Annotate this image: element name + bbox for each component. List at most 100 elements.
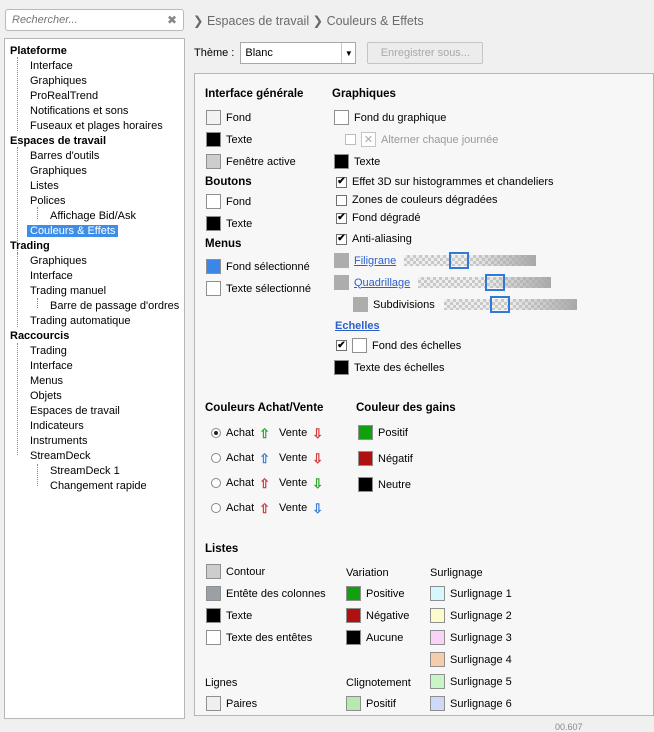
color-swatch[interactable] (206, 696, 221, 711)
buy-sell-option[interactable]: Achat ⇧ Vente ⇩ (211, 477, 323, 490)
color-swatch[interactable] (206, 564, 221, 579)
label: Subdivisions (373, 298, 435, 311)
slider-knob[interactable] (490, 296, 510, 313)
color-swatch[interactable] (346, 608, 361, 623)
tree-item-trading-interface[interactable]: Interface (30, 269, 73, 284)
tree-item-barres-outils[interactable]: Barres d'outils (30, 149, 99, 164)
tree-item-polices[interactable]: Polices (30, 194, 65, 209)
tree-item-r-objets[interactable]: Objets (30, 389, 62, 404)
buy-sell-option[interactable]: Achat ⇧ Vente ⇩ (211, 500, 324, 516)
color-row: Paires (206, 696, 257, 711)
color-swatch[interactable] (334, 275, 349, 290)
tree-item-couleurs-effets[interactable]: Couleurs & Effets (27, 224, 119, 239)
color-swatch[interactable] (334, 253, 349, 268)
save-as-button[interactable]: Enregistrer sous... (367, 42, 484, 64)
color-swatch[interactable] (430, 608, 445, 623)
color-swatch[interactable] (430, 674, 445, 689)
filigrane-link[interactable]: Filigrane (354, 255, 396, 267)
color-swatch[interactable] (346, 586, 361, 601)
tree-item-trading-manuel[interactable]: Trading manuel (30, 284, 106, 299)
color-swatch[interactable] (206, 216, 221, 231)
color-swatch[interactable] (346, 630, 361, 645)
breadcrumb-item[interactable]: Espaces de travail (207, 14, 309, 28)
tree-item-r-interface[interactable]: Interface (30, 359, 73, 374)
theme-row: Thème : Blanc ▼ Enregistrer sous... (194, 42, 484, 64)
color-swatch[interactable] (430, 586, 445, 601)
zones-checkbox[interactable] (336, 194, 347, 206)
effet3d-checkbox[interactable]: ✔ (336, 176, 347, 188)
quadrillage-slider[interactable] (418, 274, 551, 291)
tree-item-graphiques-ws[interactable]: Graphiques (30, 164, 87, 179)
tree-item-changement-rapide[interactable]: Changement rapide (50, 479, 147, 494)
color-swatch[interactable] (206, 630, 221, 645)
tree-item-r-indicateurs[interactable]: Indicateurs (30, 419, 84, 434)
color-swatch[interactable] (334, 360, 349, 375)
search-input[interactable] (12, 14, 167, 26)
tree-header-espaces[interactable]: Espaces de travail (10, 134, 106, 149)
tree-item-r-espaces[interactable]: Espaces de travail (30, 404, 120, 419)
tree-item-streamdeck-1[interactable]: StreamDeck 1 (50, 464, 120, 479)
clear-search-icon[interactable]: ✖ (167, 13, 177, 27)
tree-header-raccourcis[interactable]: Raccourcis (10, 329, 69, 344)
color-swatch[interactable] (206, 608, 221, 623)
radio[interactable] (211, 453, 221, 463)
slider-knob[interactable] (485, 274, 505, 291)
tree-header-trading[interactable]: Trading (10, 239, 50, 254)
color-swatch[interactable] (206, 132, 221, 147)
color-swatch[interactable] (358, 451, 373, 466)
tree-item-barre-ordres[interactable]: Barre de passage d'ordres (50, 299, 179, 314)
tree-header-plateforme[interactable]: Plateforme (10, 44, 67, 59)
search-box[interactable]: ✖ (5, 9, 184, 31)
filigrane-slider[interactable] (404, 252, 536, 269)
label: Fond (226, 195, 252, 208)
tree-item-notifications[interactable]: Notifications et sons (30, 104, 128, 119)
color-swatch[interactable] (206, 110, 221, 125)
color-swatch[interactable] (430, 630, 445, 645)
quadrillage-link[interactable]: Quadrillage (354, 277, 410, 289)
color-swatch[interactable] (206, 586, 221, 601)
color-swatch[interactable] (430, 652, 445, 667)
color-swatch[interactable] (334, 154, 349, 169)
slider-knob[interactable] (449, 252, 469, 269)
tree-item-prorealtrend[interactable]: ProRealTrend (30, 89, 98, 104)
color-swatch[interactable] (206, 259, 221, 274)
color-row: Fenêtre active (206, 154, 296, 169)
tree-item-r-instruments[interactable]: Instruments (30, 434, 87, 449)
color-swatch[interactable] (206, 281, 221, 296)
tree-item-trading-auto[interactable]: Trading automatique (30, 314, 131, 329)
tree-item-graphiques[interactable]: Graphiques (30, 74, 87, 89)
color-swatch[interactable] (358, 477, 373, 492)
tree-item-bid-ask[interactable]: Affichage Bid/Ask (50, 209, 136, 224)
color-swatch[interactable] (352, 338, 367, 353)
tree-item-fuseaux[interactable]: Fuseaux et plages horaires (30, 119, 163, 134)
color-swatch[interactable] (430, 696, 445, 711)
fond-degrade-checkbox[interactable]: ✔ (336, 212, 347, 224)
tree-item-interface[interactable]: Interface (30, 59, 73, 74)
tree-item-r-trading[interactable]: Trading (30, 344, 67, 359)
tree-item-r-streamdeck[interactable]: StreamDeck (30, 449, 91, 464)
antialias-checkbox[interactable]: ✔ (336, 233, 347, 245)
color-swatch[interactable] (334, 110, 349, 125)
alternate-day-checkbox[interactable] (345, 134, 356, 145)
buy-sell-option[interactable]: Achat ⇧ Vente ⇩ (211, 452, 323, 465)
color-swatch[interactable] (206, 194, 221, 209)
label: Vente (279, 502, 308, 514)
label: Texte (226, 609, 253, 622)
buy-sell-option[interactable]: Achat ⇧ Vente ⇩ (211, 427, 323, 440)
color-swatch[interactable] (358, 425, 373, 440)
tree-item-listes[interactable]: Listes (30, 179, 59, 194)
echelles-link[interactable]: Echelles (335, 320, 380, 332)
tree-item-trading-graphiques[interactable]: Graphiques (30, 254, 87, 269)
radio[interactable] (211, 503, 221, 513)
subdivisions-slider[interactable] (444, 296, 577, 313)
radio[interactable] (211, 428, 221, 438)
color-swatch[interactable] (346, 696, 361, 711)
tree-item-r-menus[interactable]: Menus (30, 374, 63, 389)
theme-select[interactable]: Blanc ▼ (240, 42, 357, 64)
radio[interactable] (211, 478, 221, 488)
color-swatch[interactable] (206, 154, 221, 169)
fond-echelles-checkbox[interactable]: ✔ (336, 340, 347, 351)
theme-value: Blanc (245, 47, 273, 59)
color-swatch[interactable] (353, 297, 368, 312)
arrow-down-icon: ⇩ (312, 500, 324, 516)
